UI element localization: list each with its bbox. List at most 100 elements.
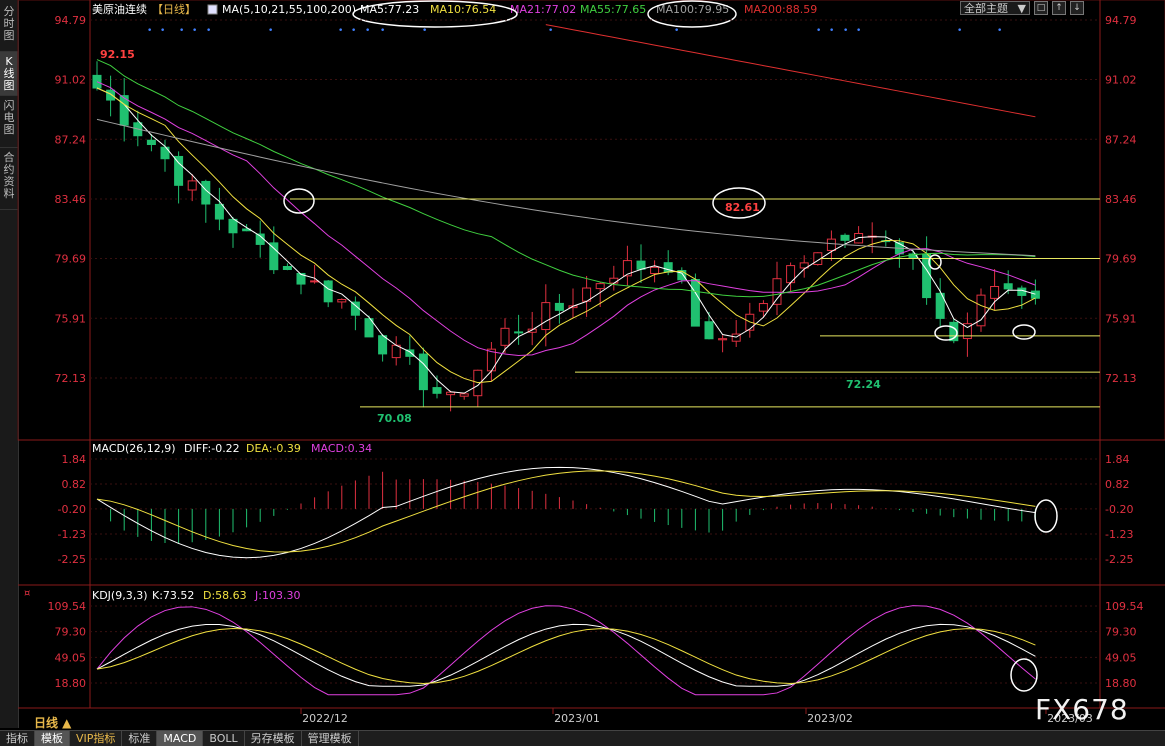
left-tick-label: 91.02 [55, 74, 87, 87]
chevron-down-icon: ▼ [1017, 2, 1026, 15]
ma100-line [96, 118, 1036, 257]
kdj-d: D:58.63 [203, 589, 247, 602]
candle [636, 260, 646, 270]
right-tick-label: 79.69 [1105, 253, 1137, 266]
left-tick-label: 109.54 [48, 600, 87, 613]
candle [269, 242, 279, 271]
left-tick-label: 1.84 [62, 453, 87, 466]
candle [990, 286, 1000, 299]
signal-dot: • [856, 26, 861, 36]
candle [840, 234, 850, 241]
ma-value-4: MA100:79.95 [656, 3, 729, 16]
left-tick-label: 79.30 [55, 626, 87, 639]
right-tick-label: -0.20 [1105, 503, 1133, 516]
tab-manage-templates[interactable]: 管理模板 [302, 731, 359, 746]
right-tick-label: 109.54 [1105, 600, 1144, 613]
kdj-settings-icon: ¤ [24, 588, 30, 599]
right-tick-label: -1.23 [1105, 528, 1133, 541]
tab-vip-indicators[interactable]: VIP指标 [70, 731, 123, 746]
candle [187, 180, 197, 191]
ma-value-5: MA200:88.59 [744, 3, 817, 16]
theme-select[interactable]: 全部主题 ▼ [960, 1, 1030, 15]
tab-save-template[interactable]: 另存模板 [245, 731, 302, 746]
candle [228, 218, 238, 234]
ma-value-0: MA5:77.23 [360, 3, 419, 16]
left-tick-label: -2.25 [58, 553, 86, 566]
kdj-title: KDJ(9,3,3) [92, 589, 148, 602]
signal-dot: • [829, 26, 834, 36]
right-tick-label: 1.84 [1105, 453, 1130, 466]
tab-templates[interactable]: 模板 [35, 731, 70, 746]
right-tick-label: 87.24 [1105, 133, 1137, 146]
candle [826, 238, 836, 251]
up-icon[interactable]: ↑ [1052, 1, 1066, 15]
macd-title: MACD(26,12,9) [92, 442, 176, 455]
candle [323, 280, 333, 303]
annotation-ellipse [1034, 499, 1058, 533]
signal-dot: • [206, 26, 211, 36]
signal-dot: • [365, 26, 370, 36]
down-icon[interactable]: ↓ [1070, 1, 1084, 15]
candle [282, 265, 292, 270]
left-tick-label: 79.69 [55, 253, 87, 266]
candle [650, 266, 660, 275]
kdj-j: J:103.30 [254, 589, 300, 602]
left-tick-label: 18.80 [55, 677, 87, 690]
ma-settings-icon [207, 4, 218, 15]
high-label: 92.15 [100, 48, 135, 61]
signal-dot: • [268, 26, 273, 36]
ma-value-2: MA21:77.02 [510, 3, 576, 16]
signal-dot: • [843, 26, 848, 36]
ma21-line [96, 81, 1036, 356]
low-label: 70.08 [377, 412, 412, 425]
tab-standard[interactable]: 标准 [122, 731, 158, 746]
signal-dot: • [380, 26, 385, 36]
right-tick-label: 49.05 [1105, 651, 1137, 664]
diff-line [96, 466, 1036, 559]
candle [214, 203, 224, 220]
candle [459, 393, 469, 397]
watermark: FX678 [1035, 693, 1129, 726]
candle [1030, 290, 1040, 299]
candle [106, 89, 116, 101]
tab-macd[interactable]: MACD [157, 731, 204, 746]
left-tick-label: 83.46 [55, 193, 87, 206]
signal-dot: • [160, 26, 165, 36]
date-label: 2023/01 [554, 712, 600, 725]
annotation-ellipse [1012, 324, 1036, 340]
right-tick-label: 72.13 [1105, 372, 1137, 385]
chart-canvas: 美原油连续 【日线】 MA(5,10,21,55,100,200) MA5:77.23… [17, 0, 1165, 725]
tab-indicators[interactable]: 指标 [0, 731, 35, 746]
candle [772, 278, 782, 305]
low-label: 72.24 [846, 378, 881, 391]
candle [554, 302, 564, 311]
header-ma-label: MA(5,10,21,55,100,200) [222, 3, 356, 16]
tab-boll[interactable]: BOLL [203, 731, 245, 746]
signal-dot: • [338, 26, 343, 36]
left-tick-label: -1.23 [58, 528, 86, 541]
candle [758, 303, 768, 312]
candle [378, 335, 388, 355]
period-selector[interactable]: 日线 ▲ [34, 714, 71, 731]
left-tick-label: 87.24 [55, 133, 87, 146]
macd-value: MACD:0.34 [311, 442, 372, 455]
signal-dot: • [351, 26, 356, 36]
left-tick-label: 0.82 [62, 478, 87, 491]
ma-value-3: MA55:77.65 [580, 3, 646, 16]
right-tick-label: 83.46 [1105, 193, 1137, 206]
j-line [96, 605, 1036, 696]
ma200-line [545, 24, 1036, 118]
left-tick-label: -0.20 [58, 503, 86, 516]
left-tick-label: 72.13 [55, 372, 87, 385]
candle [718, 338, 728, 341]
left-tick-label: 49.05 [55, 651, 87, 664]
candle [500, 327, 510, 346]
signal-dot: • [674, 26, 679, 36]
right-tick-label: 91.02 [1105, 74, 1137, 87]
candle [514, 331, 524, 334]
square-icon[interactable]: □ [1034, 1, 1048, 15]
candle [350, 301, 360, 316]
candle [418, 353, 428, 391]
left-tick-label: 75.91 [55, 312, 87, 325]
main-panel-frame [17, 0, 1165, 441]
